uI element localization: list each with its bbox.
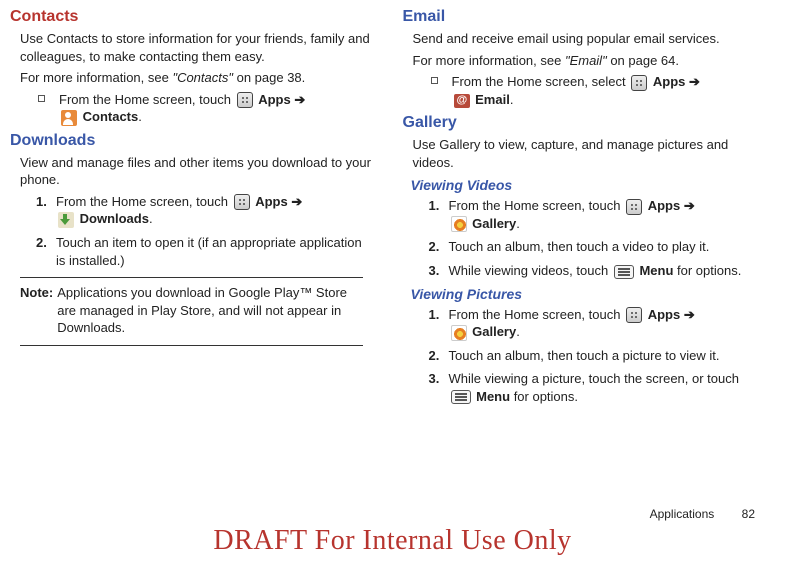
- downloads-step-2: 2. Touch an item to open it (if an appro…: [36, 234, 373, 269]
- videos-step-3: 3. While viewing videos, touch Menu for …: [429, 262, 766, 280]
- divider: [20, 345, 363, 346]
- square-bullet-icon: [431, 77, 438, 84]
- gallery-desc: Use Gallery to view, capture, and manage…: [413, 136, 766, 171]
- gallery-icon: [451, 325, 467, 341]
- subheading-viewing-pictures: Viewing Pictures: [411, 286, 766, 302]
- divider: [20, 277, 363, 278]
- email-icon: [454, 94, 470, 108]
- pictures-step-2: 2. Touch an album, then touch a picture …: [429, 347, 766, 365]
- email-step: From the Home screen, select Apps ➔ Emai…: [431, 73, 766, 108]
- videos-step-2: 2. Touch an album, then touch a video to…: [429, 238, 766, 256]
- apps-icon: [626, 307, 642, 323]
- downloads-icon: [58, 212, 74, 228]
- apps-icon: [237, 92, 253, 108]
- page-footer: Applications 82: [650, 507, 755, 521]
- email-desc: Send and receive email using popular ema…: [413, 30, 766, 48]
- subheading-viewing-videos: Viewing Videos: [411, 177, 766, 193]
- right-column: Email Send and receive email using popul…: [403, 8, 766, 411]
- heading-gallery: Gallery: [403, 114, 766, 132]
- gallery-icon: [451, 216, 467, 232]
- contacts-desc: Use Contacts to store information for yo…: [20, 30, 373, 65]
- apps-icon: [626, 199, 642, 215]
- apps-icon: [631, 75, 647, 91]
- videos-step-1: 1. From the Home screen, touch Apps ➔ Ga…: [429, 197, 766, 232]
- menu-icon: [451, 390, 471, 404]
- draft-watermark: DRAFT For Internal Use Only: [0, 525, 785, 557]
- contacts-ref: For more information, see "Contacts" on …: [20, 69, 373, 87]
- pictures-step-1: 1. From the Home screen, touch Apps ➔ Ga…: [429, 306, 766, 341]
- left-column: Contacts Use Contacts to store informati…: [10, 8, 373, 411]
- email-ref: For more information, see "Email" on pag…: [413, 52, 766, 70]
- square-bullet-icon: [38, 95, 45, 102]
- apps-icon: [234, 194, 250, 210]
- menu-icon: [614, 265, 634, 279]
- downloads-desc: View and manage files and other items yo…: [20, 154, 373, 189]
- heading-email: Email: [403, 8, 766, 26]
- heading-contacts: Contacts: [10, 8, 373, 26]
- note: Note: Applications you download in Googl…: [20, 284, 363, 337]
- contacts-icon: [61, 110, 77, 126]
- heading-downloads: Downloads: [10, 132, 373, 150]
- contacts-step: From the Home screen, touch Apps ➔ Conta…: [38, 91, 373, 126]
- downloads-step-1: 1. From the Home screen, touch Apps ➔ Do…: [36, 193, 373, 228]
- pictures-step-3: 3. While viewing a picture, touch the sc…: [429, 370, 766, 405]
